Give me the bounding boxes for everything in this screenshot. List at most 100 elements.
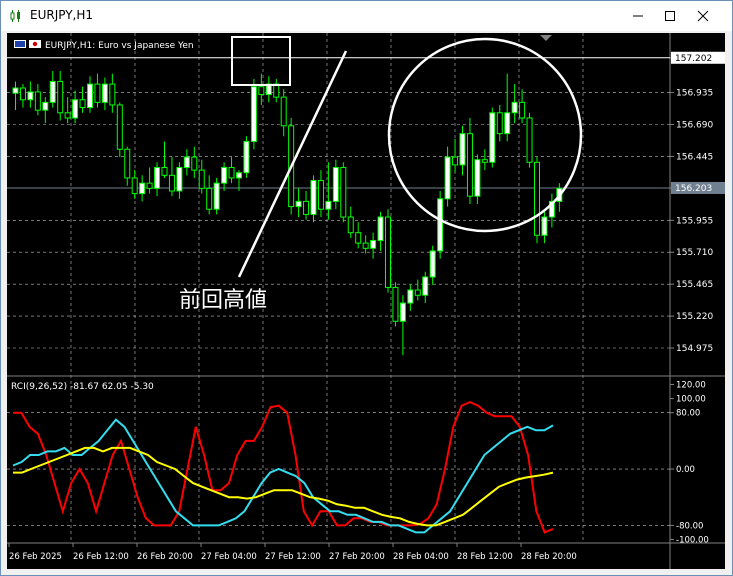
time-tick-label: 26 Feb 20:00 (137, 552, 193, 562)
rci-axis: 120.00 100.00 80.00 0.00 -80.00 -100.00 (670, 381, 709, 545)
candle-body (27, 91, 34, 101)
candle-body (131, 177, 138, 195)
candle-body (198, 169, 205, 189)
time-tick-label: 26 Feb 12:00 (73, 552, 129, 562)
rci-tick-label: -100.00 (676, 535, 709, 545)
candle-body (459, 133, 466, 166)
symbol-description: EURJPY,H1: Euro vs Japanese Yen (45, 41, 194, 51)
time-tick-label: 26 Feb 2025 (9, 552, 62, 562)
price-tick-label: 155.220 (676, 312, 713, 322)
candle-body (72, 99, 79, 119)
candle-body (466, 133, 473, 197)
chart-shift-marker[interactable] (540, 35, 552, 41)
window-title: EURJPY,H1 (30, 8, 94, 22)
candle-body (154, 167, 161, 189)
previous-high-label: 前回高値 (179, 288, 267, 313)
candle-body (34, 91, 41, 111)
candle-body (228, 167, 235, 179)
candle-body (370, 239, 377, 249)
price-tick-label: 155.710 (676, 248, 713, 258)
top-price-label: 157.202 (675, 54, 712, 64)
candle-body (355, 232, 362, 244)
chart-area[interactable]: 157.202 156.935 156.690 156.445 156.203 155.9… (7, 33, 725, 569)
maximize-button[interactable] (654, 1, 686, 31)
candle-body (437, 198, 444, 252)
candle-body (452, 156, 459, 166)
candle-body (206, 187, 213, 210)
candle-body (310, 180, 317, 215)
candle-body (183, 156, 190, 169)
candle-body (258, 86, 265, 96)
highlight-circle (387, 37, 583, 233)
candle-body (534, 161, 540, 236)
rci-label: RCI(9,26,52) -81.67 62.05 -5.30 (11, 382, 154, 392)
candle-body (116, 104, 123, 150)
price-grid (7, 33, 725, 569)
candle-body (489, 112, 496, 163)
candle-body (79, 99, 86, 109)
candle-body (176, 167, 183, 192)
candle-body (161, 167, 168, 176)
candle-body (362, 242, 369, 249)
rci-series-line (12, 418, 554, 534)
price-axis: 157.202 156.935 156.690 156.445 156.203 155.9… (670, 51, 725, 354)
minimize-button[interactable] (622, 1, 654, 31)
candle-body (124, 148, 131, 179)
candle-body (325, 200, 332, 210)
candle-body (236, 172, 242, 179)
candlestick-chart-icon (10, 10, 20, 22)
time-tick-label: 28 Feb 12:00 (457, 552, 513, 562)
flag-jp-sun (32, 41, 38, 47)
time-axis: 26 Feb 2025 26 Feb 12:00 26 Feb 20:00 27 Fe… (8, 543, 577, 562)
candle-body (295, 200, 302, 208)
candle-body (317, 180, 324, 210)
candle-body (303, 200, 310, 215)
candle-body (250, 86, 257, 142)
time-tick-label: 28 Feb 20:00 (521, 552, 577, 562)
candle-body (526, 117, 533, 163)
time-tick-label: 27 Feb 20:00 (329, 552, 385, 562)
maximize-icon (665, 11, 675, 21)
rci-series-line (13, 446, 554, 527)
candle-body (243, 140, 250, 174)
mt4-chart-window: EURJPY,H1 157.202156.935156.690156.44515… (0, 0, 733, 576)
close-icon (697, 10, 709, 22)
candle-body (221, 167, 228, 184)
candle-body (481, 159, 488, 163)
candle-body (19, 87, 26, 101)
price-tick-label: 156.445 (676, 152, 713, 162)
price-tick-label: 155.955 (676, 216, 713, 226)
candlestick-series (12, 71, 563, 356)
candle-body (504, 112, 511, 135)
candle-body (42, 101, 49, 111)
price-tick-label: 154.975 (676, 344, 713, 354)
rci-tick-label: 80.00 (676, 409, 700, 419)
candle-body (168, 174, 175, 192)
chart-canvas[interactable]: 157.202 156.935 156.690 156.445 156.203 155.9… (7, 33, 725, 569)
candle-body (191, 156, 198, 171)
candle-body (332, 167, 339, 202)
current-price-label: 156.203 (675, 184, 712, 194)
price-tick-label: 156.690 (676, 121, 713, 131)
candle-body (101, 83, 108, 103)
title-bar[interactable]: EURJPY,H1 (1, 1, 732, 31)
candle-body (407, 289, 414, 304)
candle-body (87, 83, 93, 109)
close-button[interactable] (687, 1, 719, 31)
candle-body (496, 112, 503, 135)
rci-tick-label: 0.00 (676, 465, 695, 475)
time-tick-label: 27 Feb 12:00 (265, 552, 321, 562)
candle-body (347, 216, 354, 234)
candle-body (280, 96, 287, 127)
candle-body (213, 182, 220, 210)
rci-tick-label: 120.00 (676, 381, 706, 391)
rci-tick-label: -80.00 (676, 521, 703, 531)
candle-body (385, 216, 391, 288)
candle-body (444, 156, 451, 200)
candle-body (429, 250, 436, 278)
candle-body (109, 83, 116, 106)
minimize-icon (633, 15, 643, 17)
rci-tick-label: 100.00 (676, 395, 706, 405)
candle-body (392, 286, 399, 322)
candle-body (340, 167, 347, 218)
